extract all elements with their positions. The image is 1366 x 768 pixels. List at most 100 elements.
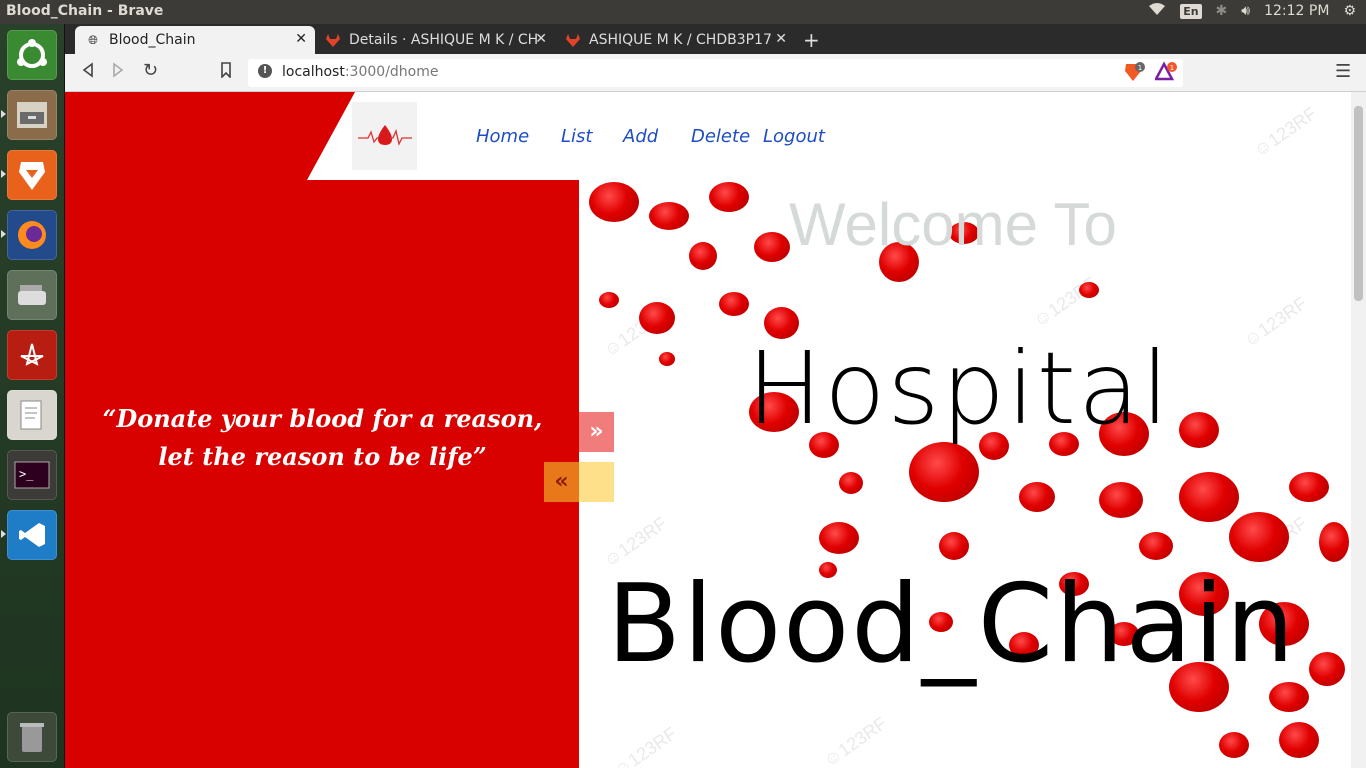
gitlab-icon xyxy=(325,32,341,48)
blood-drop-logo[interactable] xyxy=(352,102,417,170)
carousel-next-button[interactable]: » xyxy=(579,412,614,452)
browser-toolbar: ↻ ! localhost:3000/dhome 1 1 ☰ xyxy=(65,54,1366,92)
blood-cell-image xyxy=(819,522,859,554)
browser-tab-strip: 🌐︎ Blood_Chain ✕ Details · ASHIQUE M K /… xyxy=(65,24,1366,54)
hero-quote: “Donate your blood for a reason, let the… xyxy=(102,404,543,471)
running-indicator xyxy=(1,170,6,178)
hero-left-panel: “Donate your blood for a reason, let the… xyxy=(65,92,579,768)
welcome-heading: Welcome To xyxy=(789,191,1117,258)
blood-cell-image xyxy=(649,202,689,230)
blood-cell-image xyxy=(589,182,639,222)
site-info-icon[interactable]: ! xyxy=(258,64,272,78)
blood-cell-image xyxy=(939,532,969,560)
gitlab-icon xyxy=(565,32,581,48)
blood-cell-image xyxy=(839,472,863,494)
globe-icon: 🌐︎ xyxy=(88,32,98,47)
blood-cell-image xyxy=(1099,482,1143,518)
blood-cell-image xyxy=(909,442,979,502)
blood-cell-image xyxy=(719,292,749,316)
blood-cell-image xyxy=(1229,512,1289,562)
running-indicator xyxy=(1,530,6,538)
page-scrollbar[interactable] xyxy=(1351,92,1366,768)
text-editor-icon[interactable] xyxy=(7,390,57,440)
back-icon[interactable] xyxy=(81,62,95,82)
nav-list-link[interactable]: List xyxy=(561,126,592,147)
tab-label: Blood_Chain xyxy=(109,32,196,48)
tab-repository[interactable]: ASHIQUE M K / CHDB3P17 ✕ xyxy=(555,26,795,54)
blood-cell-image xyxy=(1319,522,1349,562)
forward-icon[interactable] xyxy=(111,62,125,82)
watermark: ☺123RF xyxy=(819,713,891,768)
ubuntu-dash-icon[interactable] xyxy=(7,30,57,80)
main-navigation: Home List Add Delete Logout xyxy=(307,92,1111,180)
running-indicator xyxy=(1,110,6,118)
svg-text:>_: >_ xyxy=(19,467,34,481)
pdf-reader-icon[interactable] xyxy=(7,330,57,380)
tab-blood-chain[interactable]: 🌐︎ Blood_Chain ✕ xyxy=(75,26,315,54)
hero-right-panel: ☺123RF ☺123RF ☺123RF ☺123RF ☺123RF ☺123R… xyxy=(579,92,1351,768)
close-tab-icon[interactable]: ✕ xyxy=(775,31,787,47)
blood-cell-image xyxy=(639,302,675,334)
close-tab-icon[interactable]: ✕ xyxy=(295,31,307,47)
firefox-icon[interactable] xyxy=(7,210,57,260)
blood-cell-image xyxy=(689,242,717,270)
svg-text:1: 1 xyxy=(1170,64,1174,72)
blood-cell-image xyxy=(1309,652,1345,686)
blood-cell-image xyxy=(1079,282,1099,298)
blood-cell-image xyxy=(754,232,790,262)
new-tab-button[interactable]: + xyxy=(803,28,820,52)
nav-delete-link[interactable]: Delete xyxy=(691,126,750,147)
trash-icon[interactable] xyxy=(7,712,57,762)
brave-browser-icon[interactable] xyxy=(7,150,57,200)
brave-shields-icon[interactable]: 1 xyxy=(1123,61,1145,87)
watermark: ☺123RF xyxy=(1239,293,1311,352)
bluetooth-icon[interactable]: ✱ xyxy=(1216,3,1228,19)
files-icon[interactable] xyxy=(7,90,57,140)
nav-home-link[interactable]: Home xyxy=(476,126,529,147)
reload-icon[interactable]: ↻ xyxy=(143,60,158,81)
volume-icon[interactable]: 🔊︎ xyxy=(1241,3,1250,19)
terminal-icon[interactable]: >_ xyxy=(7,450,57,500)
carousel-prev-button[interactable]: « xyxy=(544,462,614,502)
tab-details[interactable]: Details · ASHIQUE M K / CH ✕ xyxy=(315,26,555,54)
blood-cell-image xyxy=(1179,412,1219,448)
scrollbar-thumb[interactable] xyxy=(1354,106,1363,301)
blood-cell-image xyxy=(599,292,619,308)
brand-heading: Blood_Chain xyxy=(607,562,1297,687)
close-tab-icon[interactable]: ✕ xyxy=(535,31,547,47)
watermark: ☺123RF xyxy=(1249,103,1321,162)
url-text[interactable]: localhost:3000/dhome xyxy=(282,64,438,80)
hospital-heading: Hospital xyxy=(747,330,1172,447)
vscode-icon[interactable] xyxy=(7,510,57,560)
watermark: ☺123RF xyxy=(609,723,681,768)
keyboard-layout-indicator[interactable]: En xyxy=(1180,3,1202,19)
system-top-panel: Blood_Chain - Brave En ✱ 🔊︎ 12:12 PM ⚙ xyxy=(0,0,1366,24)
scanner-icon[interactable] xyxy=(7,270,57,320)
blood-cell-image xyxy=(1139,532,1173,560)
system-tray: En ✱ 🔊︎ 12:12 PM ⚙ xyxy=(1148,2,1356,20)
nav-add-link[interactable]: Add xyxy=(623,126,658,147)
page-content: “Donate your blood for a reason, let the… xyxy=(65,92,1366,768)
address-bar[interactable]: ! localhost:3000/dhome xyxy=(248,59,1183,87)
running-indicator xyxy=(1,230,6,238)
svg-text:1: 1 xyxy=(1138,64,1142,72)
blood-cell-image xyxy=(1219,732,1249,758)
nav-logout-link[interactable]: Logout xyxy=(763,126,825,147)
carousel-prev-symbol: « xyxy=(544,462,579,502)
window-title: Blood_Chain - Brave xyxy=(6,3,164,19)
settings-gear-icon[interactable]: ⚙ xyxy=(1343,3,1356,19)
tab-label: ASHIQUE M K / CHDB3P17 xyxy=(589,32,772,48)
blood-cell-image xyxy=(709,182,749,212)
clock[interactable]: 12:12 PM xyxy=(1264,3,1329,19)
ubuntu-launcher: >_ xyxy=(0,24,65,768)
menu-icon[interactable]: ☰ xyxy=(1335,61,1351,82)
tab-label: Details · ASHIQUE M K / CH xyxy=(349,32,539,48)
blood-cell-image xyxy=(1279,722,1319,758)
blood-cell-image xyxy=(1019,482,1055,512)
brave-rewards-icon[interactable]: 1 xyxy=(1153,61,1177,87)
bookmark-icon[interactable] xyxy=(220,62,232,82)
blood-cell-image xyxy=(659,352,675,366)
blood-cell-image xyxy=(1179,472,1239,522)
wifi-icon[interactable] xyxy=(1148,2,1166,20)
blood-cell-image xyxy=(1289,472,1329,502)
